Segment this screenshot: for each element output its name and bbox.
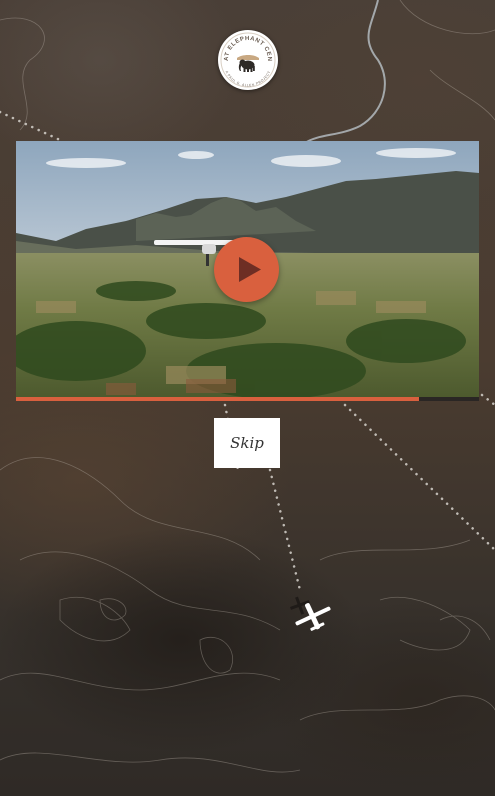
logo-arc-bottom: A PAUL G. ALLEN PROJECT bbox=[225, 70, 271, 87]
video-progress-bar[interactable] bbox=[16, 397, 479, 401]
skip-button[interactable]: Skip bbox=[214, 418, 280, 468]
plane-icon bbox=[289, 596, 331, 631]
svg-text:A PAUL G. ALLEN PROJECT: A PAUL G. ALLEN PROJECT bbox=[225, 70, 272, 87]
great-elephant-census-logo: GREAT ELEPHANT CENSUS A PAUL G. ALLEN PR… bbox=[218, 30, 278, 90]
video-progress-fill bbox=[16, 397, 419, 401]
river-line bbox=[304, 0, 386, 144]
play-icon bbox=[239, 257, 261, 282]
play-button[interactable] bbox=[214, 237, 279, 302]
elephant-icon bbox=[238, 59, 255, 72]
